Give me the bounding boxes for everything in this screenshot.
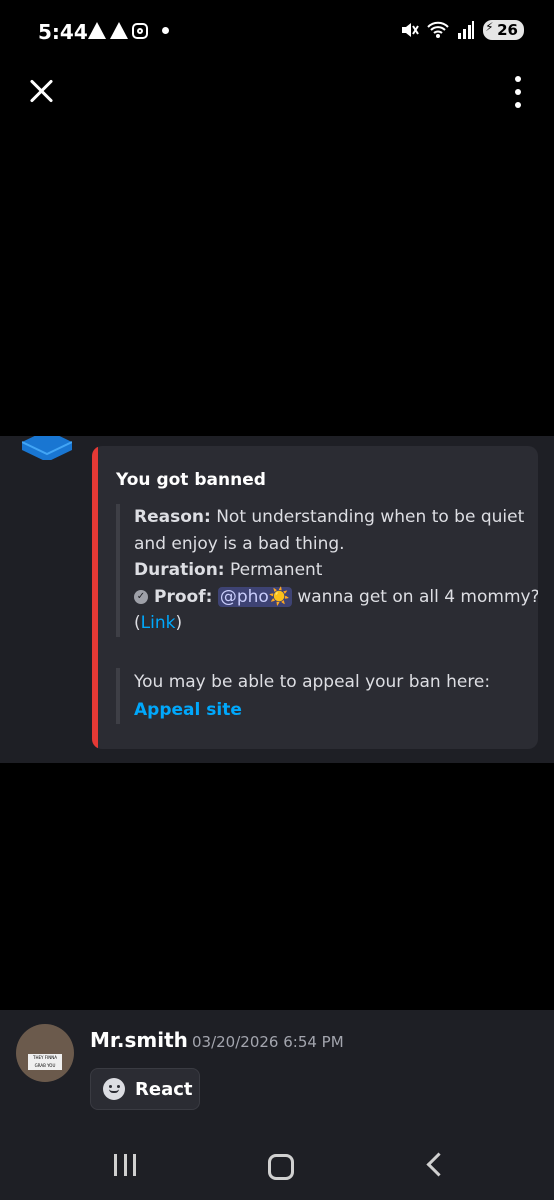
ban-embed: You got banned Reason: Not understanding… xyxy=(92,446,538,749)
back-button[interactable] xyxy=(426,1152,451,1177)
home-button[interactable] xyxy=(268,1154,294,1180)
warning-icon xyxy=(88,22,106,39)
avatar[interactable]: THEY FINNA GRAB YOU xyxy=(16,1024,74,1082)
bar-icon xyxy=(114,1154,117,1176)
status-time: 5:44 xyxy=(38,20,88,44)
smiley-icon xyxy=(103,1078,125,1100)
bar-icon xyxy=(123,1154,127,1176)
warning-icon xyxy=(110,22,128,39)
dot-icon xyxy=(515,102,521,108)
notification-icons xyxy=(88,22,169,39)
close-button[interactable] xyxy=(28,78,54,104)
proof-close: ) xyxy=(175,613,183,633)
system-icons: 26 xyxy=(399,20,524,40)
more-notifications-dot-icon xyxy=(162,27,169,34)
duration-line: Duration: Permanent xyxy=(134,557,538,584)
embed-title: You got banned xyxy=(116,470,266,490)
verified-check-icon: ✓ xyxy=(134,589,148,604)
react-button[interactable]: React xyxy=(90,1068,200,1110)
embed-accent-bar xyxy=(92,446,98,749)
status-bar: 5:44 26 xyxy=(0,0,554,66)
mute-icon xyxy=(402,23,419,37)
more-options-button[interactable] xyxy=(514,76,522,108)
message-timestamp: 03/20/2026 6:54 PM xyxy=(192,1033,344,1051)
battery-indicator: 26 xyxy=(483,20,524,40)
user-mention[interactable]: @pho☀️ xyxy=(217,586,292,607)
wifi-icon xyxy=(427,21,449,38)
reason-label: Reason: xyxy=(134,507,211,527)
proof-label: Proof: xyxy=(154,586,213,607)
message-embed-area: You got banned Reason: Not understanding… xyxy=(0,436,554,763)
duration-value: Permanent xyxy=(230,560,323,580)
instagram-icon xyxy=(132,22,148,39)
signal-icon xyxy=(458,21,475,39)
appeal-text: You may be able to appeal your ban here: xyxy=(134,672,491,692)
bot-avatar-icon xyxy=(22,436,72,460)
appeal-site-link[interactable]: Appeal site xyxy=(134,696,538,724)
duration-label: Duration: xyxy=(134,560,225,580)
dot-icon xyxy=(515,76,521,82)
appeal-section: You may be able to appeal your ban here:… xyxy=(116,668,538,724)
recent-apps-button[interactable] xyxy=(114,1154,136,1176)
proof-line: ✓ Proof: @pho☀️ wanna get on all 4 mommy?… xyxy=(134,584,538,637)
bar-icon xyxy=(133,1154,136,1176)
system-navigation-bar xyxy=(0,1130,554,1200)
reason-line: Reason: Not understanding when to be qui… xyxy=(134,504,538,557)
username[interactable]: Mr.smith xyxy=(90,1028,188,1052)
viewer-top-bar xyxy=(0,70,554,116)
proof-link[interactable]: Link xyxy=(141,613,176,633)
ban-details: Reason: Not understanding when to be qui… xyxy=(116,504,538,637)
avatar-sign: THEY FINNA GRAB YOU xyxy=(28,1054,62,1070)
dot-icon xyxy=(515,89,521,95)
react-label: React xyxy=(135,1078,193,1100)
